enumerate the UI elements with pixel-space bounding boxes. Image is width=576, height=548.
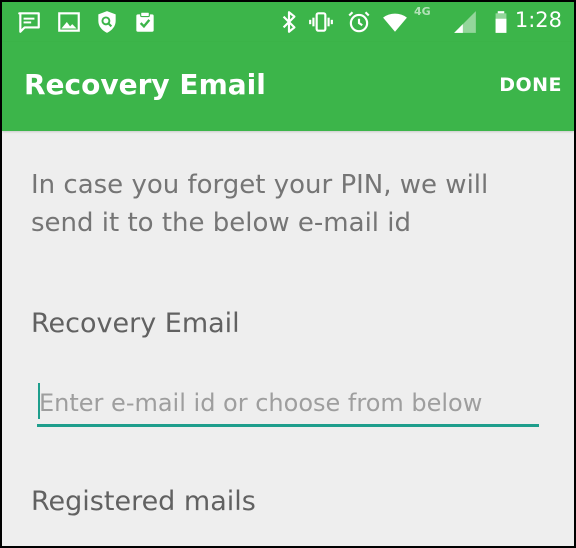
alarm-icon <box>346 9 372 35</box>
security-shield-icon <box>94 9 120 35</box>
vibrate-icon <box>308 9 334 35</box>
status-bar-time: 1:28 <box>514 8 562 32</box>
network-type-label: 4G <box>414 5 431 18</box>
wifi-icon <box>382 9 408 35</box>
recovery-email-input[interactable] <box>37 382 539 427</box>
text-cursor <box>38 383 40 419</box>
description-text: In case you forget your PIN, we will sen… <box>31 170 489 238</box>
bluetooth-icon <box>276 9 302 35</box>
page-title: Recovery Email <box>24 68 266 101</box>
done-button[interactable]: DONE <box>499 74 562 96</box>
recovery-email-label: Recovery Email <box>31 308 240 339</box>
status-bar: 4G 1:28 <box>2 2 574 42</box>
message-icon <box>16 9 42 35</box>
clipboard-check-icon <box>132 9 158 35</box>
phone-screen: 4G 1:28 Recovery Email DONE In case you … <box>2 2 574 546</box>
battery-icon <box>488 9 514 35</box>
signal-icon <box>452 9 478 35</box>
image-icon <box>56 9 82 35</box>
app-bar: Recovery Email DONE <box>2 42 574 131</box>
registered-mails-label: Registered mails <box>31 486 256 517</box>
